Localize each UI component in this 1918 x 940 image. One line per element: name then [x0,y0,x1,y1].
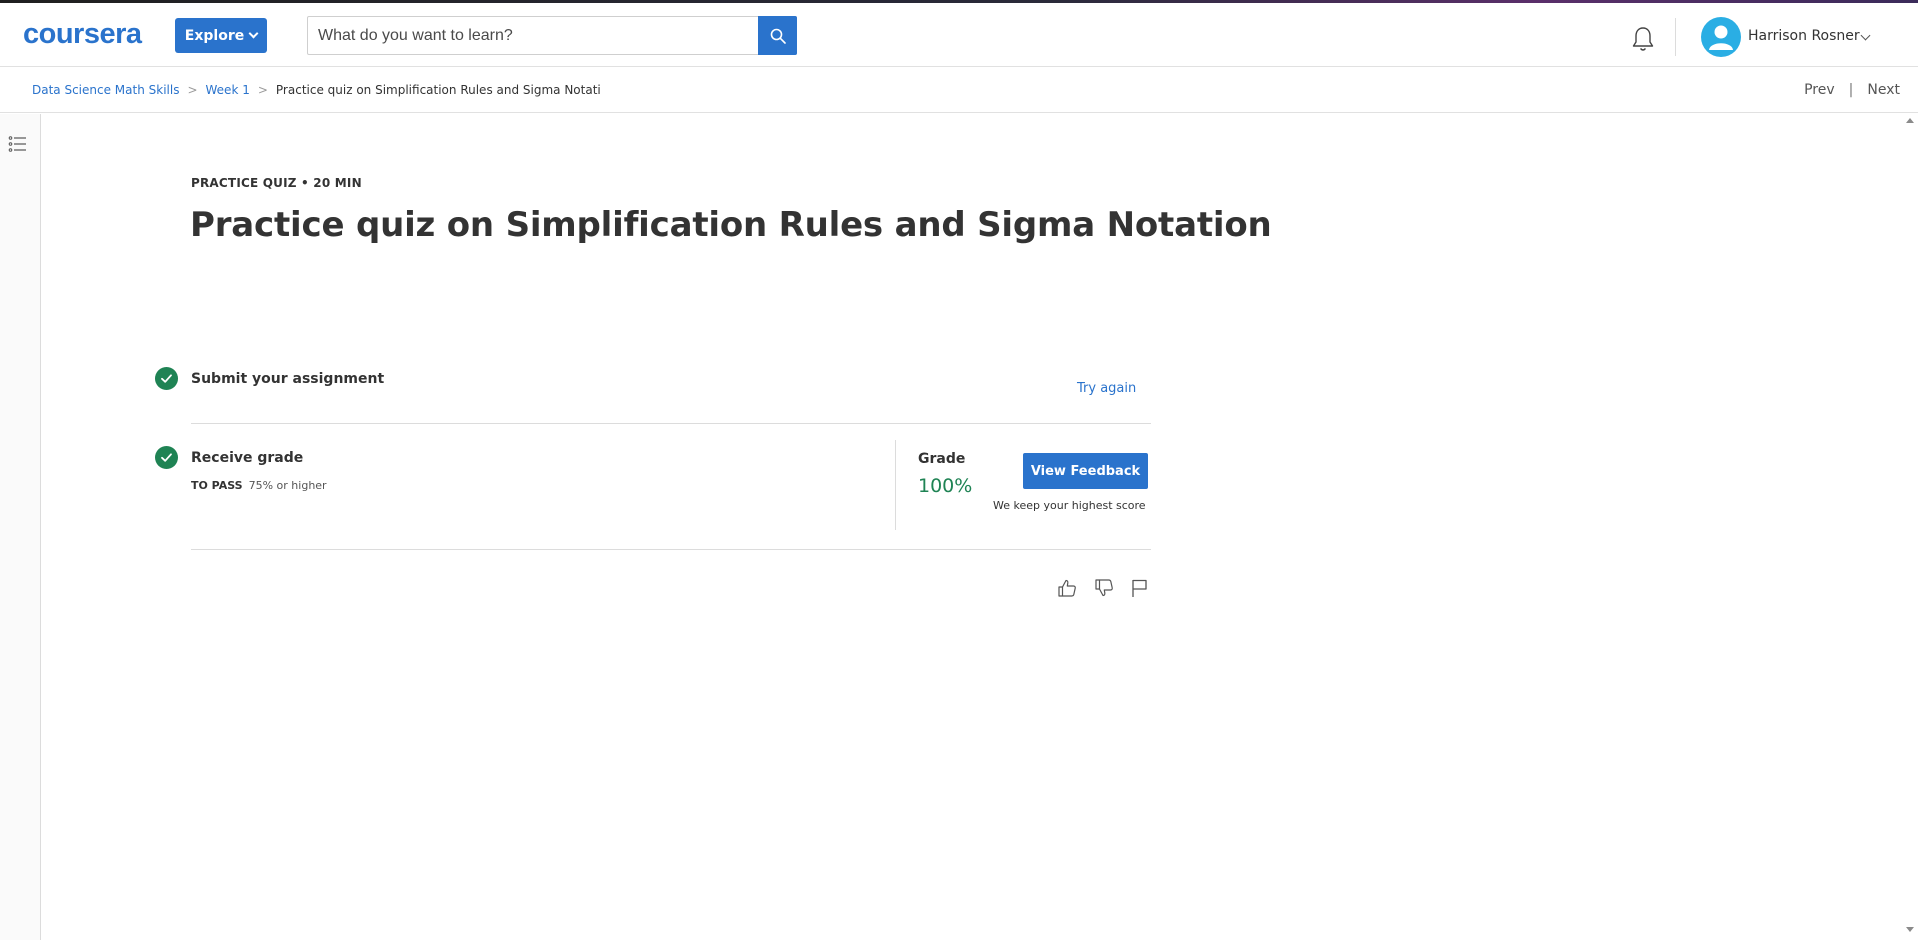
vertical-divider [895,440,896,530]
divider [191,423,1151,424]
try-again-link[interactable]: Try again [1077,381,1136,396]
flag-icon[interactable] [1129,577,1151,599]
thumbs-down-icon[interactable] [1093,577,1115,599]
explore-label: Explore [184,27,245,44]
to-pass-requirement: TO PASS 75% or higher [191,479,327,492]
page-title: Practice quiz on Simplification Rules an… [190,205,1272,245]
next-link[interactable]: Next [1867,82,1900,98]
scroll-down-arrow[interactable] [1906,927,1914,932]
quiz-meta: PRACTICE QUIZ • 20 MIN [191,176,362,190]
coursera-logo[interactable]: coursera [23,19,142,49]
thumbs-up-icon[interactable] [1056,577,1078,599]
user-name[interactable]: Harrison Rosner [1748,28,1860,44]
prev-link[interactable]: Prev [1804,82,1835,98]
breadcrumb-current: Practice quiz on Simplification Rules an… [275,83,601,97]
top-header: coursera Explore Harrison Rosner [0,3,1918,67]
search-input[interactable] [308,17,758,54]
to-pass-label: TO PASS [191,479,243,492]
check-icon [155,446,178,469]
to-pass-value: 75% or higher [248,479,327,492]
prev-next-nav: Prev | Next [1804,82,1900,98]
chevron-right-icon: > [187,83,198,97]
chevron-right-icon: > [257,83,268,97]
header-divider [1675,18,1676,56]
user-avatar-icon[interactable] [1701,17,1741,57]
breadcrumb-bar: Data Science Math Skills > Week 1 > Prac… [0,68,1918,113]
explore-button[interactable]: Explore [175,18,267,53]
list-icon[interactable] [8,134,28,154]
nav-separator: | [1848,82,1854,98]
scroll-up-arrow[interactable] [1906,118,1914,123]
chevron-down-icon [248,28,259,39]
search-icon [770,28,786,44]
bell-icon[interactable] [1630,25,1656,53]
breadcrumb: Data Science Math Skills > Week 1 > Prac… [32,83,601,97]
check-icon [155,367,178,390]
search-button[interactable] [758,16,797,55]
divider [191,549,1151,550]
search-bar [307,16,797,55]
step-submit-label: Submit your assignment [191,371,385,387]
grade-label: Grade [918,451,966,467]
person-icon [1709,25,1733,50]
highest-score-note: We keep your highest score [993,499,1146,512]
breadcrumb-course[interactable]: Data Science Math Skills [32,83,179,97]
grade-value: 100% [918,475,973,497]
step-grade-label: Receive grade [191,450,304,466]
breadcrumb-week[interactable]: Week 1 [206,83,250,97]
sidebar-rail [0,114,41,940]
view-feedback-button[interactable]: View Feedback [1023,453,1148,489]
chevron-down-icon[interactable] [1860,30,1871,41]
